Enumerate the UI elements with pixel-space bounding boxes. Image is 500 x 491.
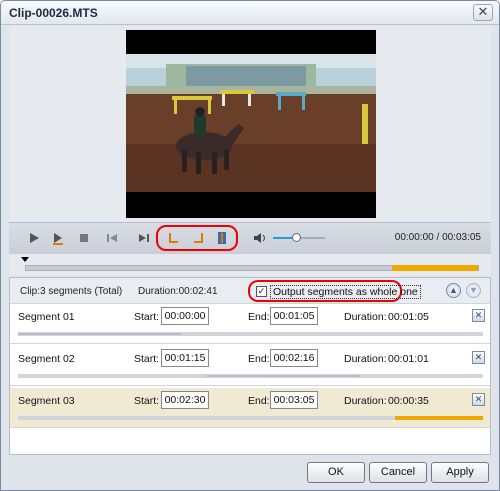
previous-frame-icon[interactable] bbox=[105, 231, 119, 245]
segment-start-label: Start: bbox=[134, 353, 160, 365]
timeline bbox=[9, 254, 491, 276]
segment-start-field[interactable]: 00:01:15 bbox=[161, 349, 209, 367]
remove-segment-icon[interactable]: ✕ bbox=[472, 351, 485, 364]
title-bar: Clip-00026.MTS ✕ bbox=[1, 1, 499, 25]
segment-start-label: Start: bbox=[134, 395, 160, 407]
segment-name: Segment 01 bbox=[18, 311, 75, 323]
segment-start-field[interactable]: 00:00:00 bbox=[161, 307, 209, 325]
cancel-button[interactable]: Cancel bbox=[369, 462, 427, 483]
segment-duration-value: 00:01:01 bbox=[388, 353, 429, 365]
set-start-marker-icon[interactable] bbox=[167, 231, 181, 245]
segment-row[interactable]: Segment 01 Start: 00:00:00 End: 00:01:05 Dura… bbox=[10, 304, 490, 344]
segment-range-track[interactable] bbox=[18, 332, 483, 336]
video-player[interactable] bbox=[126, 30, 376, 218]
total-duration-label: Duration: bbox=[138, 286, 179, 297]
dialog-footer: OK Cancel Apply bbox=[1, 455, 499, 490]
segment-duration-label: Duration: bbox=[344, 395, 387, 407]
segments-summary: Clip:3 segments (Total) bbox=[20, 286, 123, 297]
volume-icon[interactable] bbox=[253, 231, 267, 245]
play-from-start-icon[interactable] bbox=[51, 231, 65, 245]
output-whole-label[interactable]: Output segments as whole one bbox=[270, 285, 421, 299]
ok-button[interactable]: OK bbox=[307, 462, 365, 483]
close-icon[interactable]: ✕ bbox=[473, 4, 493, 21]
segment-end-label: End: bbox=[248, 311, 270, 323]
segment-duration-value: 00:01:05 bbox=[388, 311, 429, 323]
segment-row[interactable]: Segment 03 Start: 00:02:30 End: 00:03:05 Dura… bbox=[10, 388, 490, 428]
segment-range-fill bbox=[18, 333, 182, 335]
segment-range-track[interactable] bbox=[18, 416, 483, 420]
segment-range-fill bbox=[395, 416, 483, 420]
segment-end-field[interactable]: 00:03:05 bbox=[270, 391, 318, 409]
playhead-marker-icon[interactable] bbox=[21, 257, 29, 262]
total-time: 00:03:05 bbox=[442, 232, 481, 243]
split-segment-icon[interactable] bbox=[215, 231, 229, 245]
volume-slider[interactable] bbox=[273, 233, 325, 242]
output-whole-checkbox[interactable]: ✓ bbox=[256, 286, 267, 297]
segment-range-track[interactable] bbox=[18, 374, 483, 378]
segments-header: Clip:3 segments (Total) Duration:00:02:4… bbox=[10, 278, 490, 304]
segment-end-field[interactable]: 00:02:16 bbox=[270, 349, 318, 367]
time-separator: / bbox=[436, 232, 440, 243]
segment-end-label: End: bbox=[248, 395, 270, 407]
total-duration-value: 00:02:41 bbox=[178, 286, 218, 297]
window-title: Clip-00026.MTS bbox=[9, 6, 98, 20]
segment-end-label: End: bbox=[248, 353, 270, 365]
segment-duration-value: 00:00:35 bbox=[388, 395, 429, 407]
volume-slider-handle[interactable] bbox=[292, 233, 302, 242]
next-frame-icon[interactable] bbox=[137, 231, 151, 245]
segment-range-fill bbox=[206, 375, 360, 377]
segment-duration-label: Duration: bbox=[344, 311, 387, 323]
segment-row[interactable]: Segment 02 Start: 00:01:15 End: 00:02:16 Dura… bbox=[10, 346, 490, 386]
playback-toolbar: 00:00:00 / 00:03:05 bbox=[9, 222, 491, 254]
apply-button[interactable]: Apply bbox=[431, 462, 489, 483]
current-time: 00:00:00 bbox=[394, 232, 434, 243]
segment-editor-dialog: Clip-00026.MTS ✕ 00:00:00 / 00:03:05 Cli… bbox=[0, 0, 500, 491]
segment-duration-label: Duration: bbox=[344, 353, 387, 365]
segment-start-field[interactable]: 00:02:30 bbox=[161, 391, 209, 409]
video-frame bbox=[126, 54, 376, 192]
set-end-marker-icon[interactable] bbox=[191, 231, 205, 245]
segment-name: Segment 02 bbox=[18, 353, 75, 365]
timeline-track[interactable] bbox=[25, 265, 479, 271]
segment-start-label: Start: bbox=[134, 311, 160, 323]
remove-segment-icon[interactable]: ✕ bbox=[472, 393, 485, 406]
segment-name: Segment 03 bbox=[18, 395, 75, 407]
video-preview-area bbox=[9, 26, 491, 222]
segments-panel: Clip:3 segments (Total) Duration:00:02:4… bbox=[9, 277, 491, 455]
time-readout: 00:00:00 / 00:03:05 bbox=[395, 232, 481, 243]
play-icon[interactable] bbox=[27, 231, 41, 245]
move-down-icon[interactable]: ▼ bbox=[466, 283, 481, 298]
segment-end-field[interactable]: 00:01:05 bbox=[270, 307, 318, 325]
timeline-highlight-segment[interactable] bbox=[392, 265, 478, 271]
stop-icon[interactable] bbox=[77, 231, 91, 245]
remove-segment-icon[interactable]: ✕ bbox=[472, 309, 485, 322]
move-up-icon[interactable]: ▲ bbox=[446, 283, 461, 298]
total-duration: Duration:00:02:41 bbox=[138, 286, 218, 297]
